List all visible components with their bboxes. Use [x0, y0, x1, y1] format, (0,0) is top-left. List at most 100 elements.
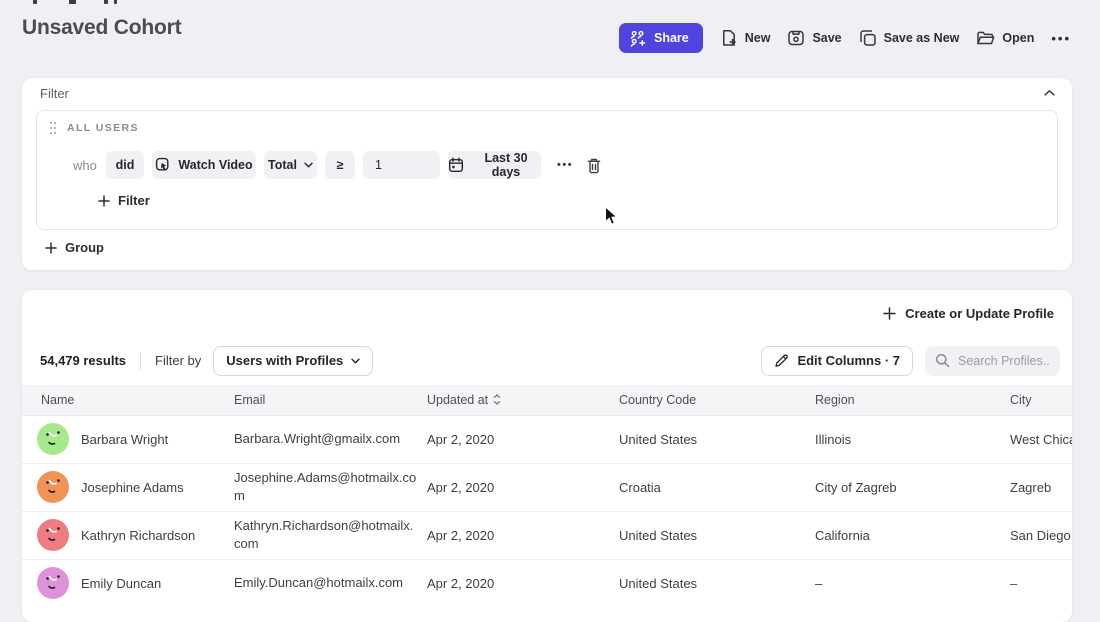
plus-icon [45, 242, 57, 254]
add-group-button[interactable]: Group [45, 240, 104, 255]
profile-region: Illinois [815, 415, 1010, 463]
event-label: Watch Video [178, 158, 252, 172]
filter-card-title: Filter [40, 86, 69, 101]
column-header-region[interactable]: Region [815, 385, 1010, 415]
crop-mark [33, 0, 37, 4]
edit-columns-button[interactable]: Edit Columns · 7 [761, 346, 913, 376]
avatar [37, 567, 69, 599]
aggregation-selector[interactable]: Total [264, 151, 317, 179]
operator-selector[interactable]: ≥ [325, 151, 355, 179]
add-filter-label: Filter [118, 193, 150, 208]
open-button[interactable]: Open [976, 23, 1034, 53]
share-label: Share [654, 31, 689, 45]
drag-handle-icon[interactable] [49, 121, 57, 135]
column-header-city[interactable]: City [1010, 385, 1072, 415]
aggregation-label: Total [268, 158, 297, 172]
save-button[interactable]: Save [787, 23, 841, 53]
search-icon [935, 353, 950, 368]
plus-icon [883, 307, 896, 320]
filter-group-box: ALL USERS who did Watch Video Total [36, 110, 1058, 230]
share-users-icon [629, 29, 647, 47]
collapse-filter-button[interactable] [1042, 87, 1057, 99]
column-header-name[interactable]: Name [22, 385, 234, 415]
condition-more-button[interactable]: ••• [557, 159, 573, 171]
profile-updated-at: Apr 2, 2020 [427, 559, 619, 607]
profile-email: Kathryn.Richardson@hotmailx.com [234, 511, 427, 559]
save-as-new-button[interactable]: Save as New [859, 23, 960, 53]
new-button[interactable]: New [720, 23, 771, 53]
event-icon [155, 157, 171, 173]
profile-updated-at: Apr 2, 2020 [427, 463, 619, 511]
table-row[interactable]: Kathryn Richardson Kathryn.Richardson@ho… [22, 511, 1072, 559]
filter-card: Filter ALL USERS who did [22, 78, 1072, 270]
profile-name: Emily Duncan [81, 576, 161, 591]
profile-country-code: Croatia [619, 463, 815, 511]
trash-icon [586, 157, 602, 174]
save-icon [787, 29, 805, 47]
threshold-value-input[interactable] [363, 151, 440, 179]
divider [140, 352, 141, 370]
profile-country-code: United States [619, 511, 815, 559]
avatar [37, 519, 69, 551]
avatar [37, 471, 69, 503]
profile-city: – [1010, 559, 1072, 607]
profile-country-code: United States [619, 559, 815, 607]
open-label: Open [1002, 31, 1034, 45]
results-toolbar: 54,479 results Filter by Users with Prof… [22, 336, 1072, 385]
profile-updated-at: Apr 2, 2020 [427, 511, 619, 559]
profile-city: Zagreb [1010, 463, 1072, 511]
profile-name: Josephine Adams [81, 480, 184, 495]
create-or-update-profile-label: Create or Update Profile [905, 306, 1054, 321]
pencil-icon [774, 353, 789, 368]
profile-filter-value: Users with Profiles [226, 353, 343, 368]
header-actions-bar: Share New Save Save as New [619, 23, 1071, 53]
table-row[interactable]: Josephine Adams Josephine.Adams@hotmailx… [22, 463, 1072, 511]
create-or-update-profile-button[interactable]: Create or Update Profile [883, 306, 1054, 321]
date-range-selector[interactable]: Last 30 days [448, 151, 541, 179]
calendar-icon [448, 157, 464, 173]
chevron-up-icon [1044, 89, 1055, 97]
crop-mark [114, 0, 117, 4]
delete-condition-button[interactable] [585, 156, 603, 175]
filter-by-label: Filter by [155, 353, 201, 368]
save-as-new-label: Save as New [884, 31, 960, 45]
search-profiles-input[interactable] [958, 354, 1050, 368]
results-card: Create or Update Profile 54,479 results … [22, 290, 1072, 622]
group-header-label: ALL USERS [67, 122, 139, 134]
results-count: 54,479 results [40, 353, 126, 368]
table-row[interactable]: Barbara Wright Barbara.Wright@gmailx.com… [22, 415, 1072, 463]
profile-region: California [815, 511, 1010, 559]
new-document-icon [720, 29, 738, 47]
profile-city: San Diego [1010, 511, 1072, 559]
plus-icon [98, 195, 110, 207]
event-selector[interactable]: Watch Video [152, 151, 256, 179]
header-more-button[interactable]: ••• [1051, 31, 1071, 46]
did-selector[interactable]: did [106, 151, 144, 179]
table-row[interactable]: Emily Duncan Emily.Duncan@hotmailx.com A… [22, 559, 1072, 607]
profile-region: City of Zagreb [815, 463, 1010, 511]
add-filter-button[interactable]: Filter [98, 193, 150, 208]
chevron-down-icon [351, 358, 360, 364]
filter-condition-row: who did Watch Video Total [37, 151, 603, 179]
crop-mark [104, 0, 108, 4]
sort-icon [493, 394, 501, 405]
edit-columns-label: Edit Columns · 7 [797, 353, 900, 368]
who-label: who [73, 158, 97, 173]
table-header-row: Name Email Updated at Country Code [22, 385, 1072, 415]
column-header-updated-at[interactable]: Updated at [427, 385, 619, 415]
save-label: Save [812, 31, 841, 45]
profile-city: West Chicago [1010, 415, 1072, 463]
updated-at-label: Updated at [427, 393, 488, 407]
profiles-table-body: Barbara Wright Barbara.Wright@gmailx.com… [22, 415, 1072, 607]
mouse-cursor [604, 206, 619, 227]
avatar [37, 423, 69, 455]
copy-icon [859, 29, 877, 47]
create-row: Create or Update Profile [22, 290, 1072, 336]
column-header-email[interactable]: Email [234, 385, 427, 415]
profile-filter-dropdown[interactable]: Users with Profiles [213, 346, 373, 376]
profile-name: Barbara Wright [81, 432, 168, 447]
share-button[interactable]: Share [619, 23, 703, 53]
folder-open-icon [976, 29, 995, 47]
column-header-country-code[interactable]: Country Code [619, 385, 815, 415]
page-title: Unsaved Cohort [22, 16, 181, 40]
